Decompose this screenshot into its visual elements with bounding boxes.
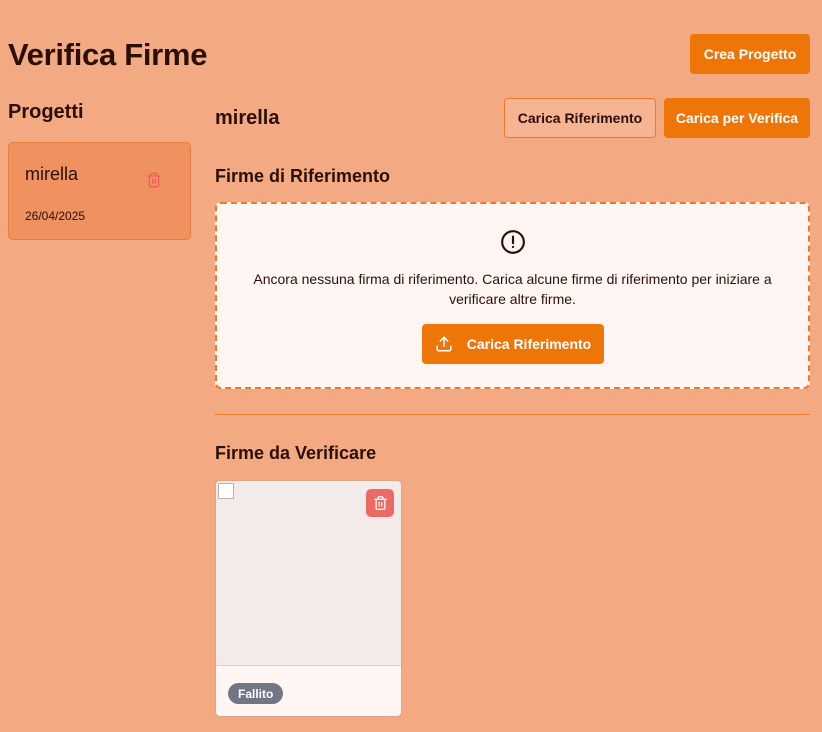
page-title: Verifica Firme <box>8 37 208 72</box>
empty-message: Ancora nessuna firma di riferimento. Car… <box>253 271 772 307</box>
status-badge: Fallito <box>228 683 284 704</box>
section-divider <box>215 414 810 415</box>
empty-upload-label: Carica Riferimento <box>466 336 592 352</box>
trash-icon[interactable] <box>146 171 162 189</box>
upload-icon <box>436 336 452 352</box>
delete-signature-button[interactable] <box>366 489 394 517</box>
empty-upload-reference-button[interactable]: Carica Riferimento <box>422 324 604 364</box>
upload-verify-button[interactable]: Carica per Verifica <box>664 98 810 138</box>
alert-circle-icon <box>501 230 525 254</box>
trash-icon <box>373 496 387 510</box>
sidebar-title: Progetti <box>8 101 84 123</box>
reference-empty-state: Ancora nessuna firma di riferimento. Car… <box>215 202 810 389</box>
app-root: Verifica Firme Crea Progetto Progetti mi… <box>0 0 822 732</box>
signature-card[interactable]: Fallito <box>215 480 402 717</box>
verify-section-title: Firme da Verificare <box>215 443 377 463</box>
project-name: mirella <box>25 164 79 184</box>
project-title: mirella <box>215 107 280 129</box>
signature-image <box>216 481 401 666</box>
project-date: 26/04/2025 <box>25 209 86 223</box>
project-card[interactable]: mirella 26/04/2025 <box>8 142 191 240</box>
create-project-button[interactable]: Crea Progetto <box>690 34 810 74</box>
reference-section-title: Firme di Riferimento <box>215 166 391 186</box>
upload-reference-button[interactable]: Carica Riferimento <box>504 98 656 138</box>
broken-image-icon <box>218 483 234 499</box>
